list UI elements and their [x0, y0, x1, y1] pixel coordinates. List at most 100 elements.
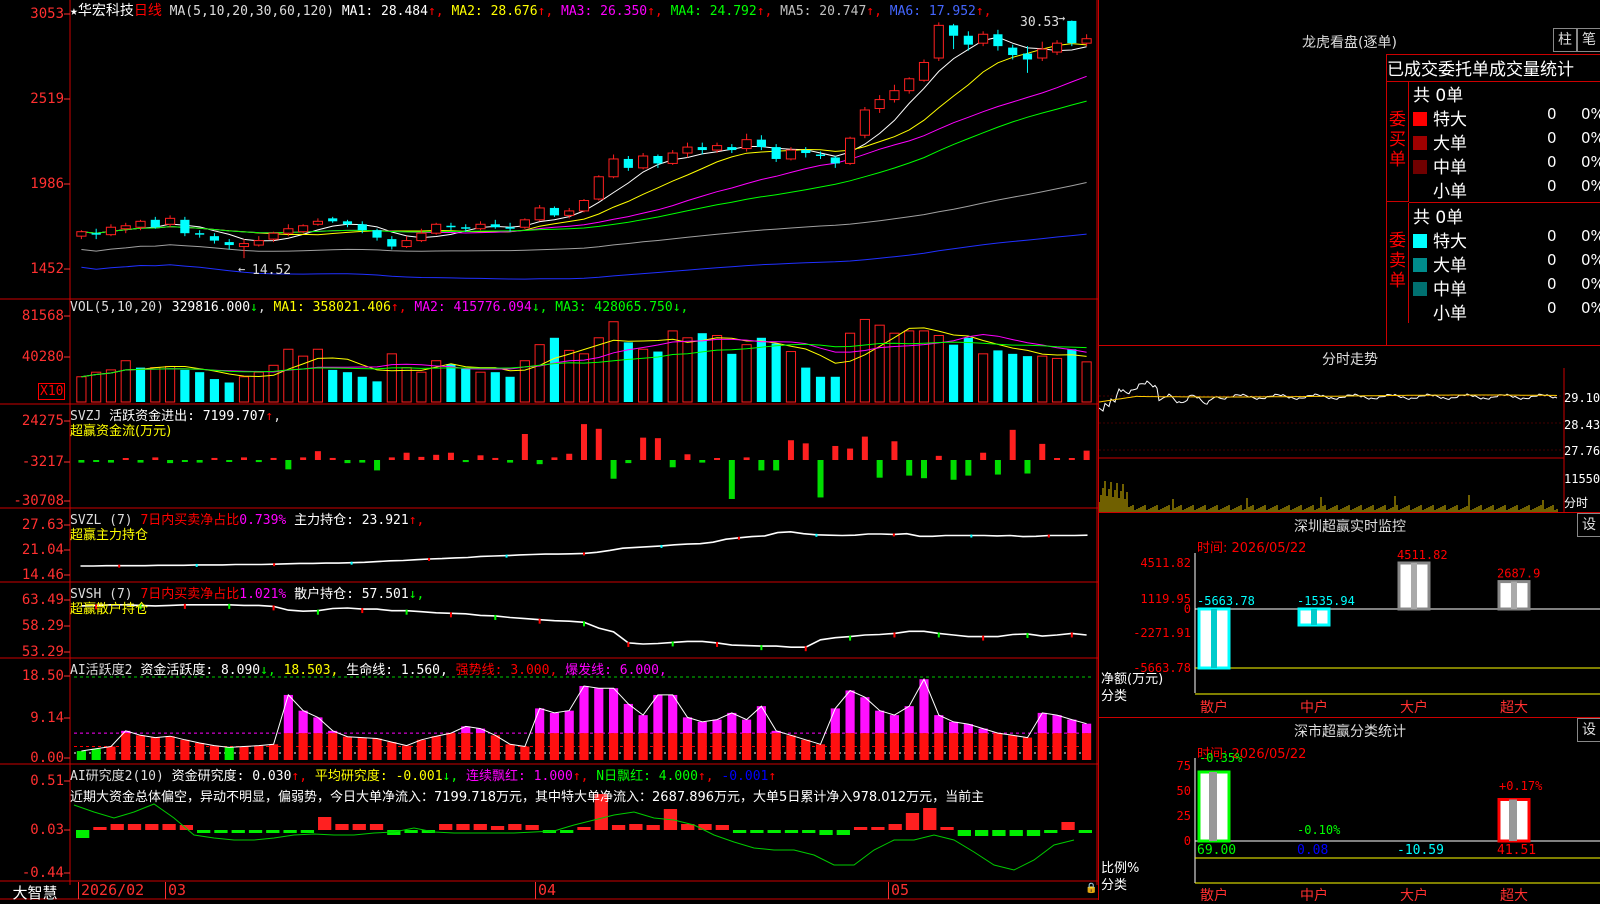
- svzl-line: [80, 530, 1088, 567]
- ai1-base: [697, 733, 707, 760]
- volume-layer: [76, 318, 1092, 403]
- svzj-bar: [255, 460, 262, 463]
- candle-body: [312, 220, 323, 225]
- period-label[interactable]: 日线: [134, 3, 162, 19]
- svzl-tick: [350, 561, 353, 565]
- ai2-bar: [110, 824, 124, 830]
- ai2-ytick: 0.51: [30, 773, 64, 789]
- longhu-row: 特大 0 0%: [1413, 227, 1600, 252]
- star-icon[interactable]: ★: [70, 4, 78, 19]
- last-arrow: ↑: [768, 769, 777, 784]
- ai1-bar: [520, 746, 530, 760]
- research-arrow: ↑,: [291, 769, 308, 784]
- svzj-bar: [300, 457, 307, 460]
- svsh-tick: [671, 641, 674, 647]
- svzl-tick: [970, 534, 973, 538]
- sz-monitor-axis-label2: 分类: [1101, 689, 1128, 704]
- svsh-tick: [538, 618, 541, 624]
- svzl-tick: [195, 563, 198, 567]
- candle-body: [815, 154, 826, 156]
- kline-header: ★华宏科技日线 MA(5,10,20,30,60,120) MA1: 28.48…: [70, 0, 992, 20]
- ai1-top: [1052, 715, 1062, 734]
- sz-monitor-value-label: -5663.78: [1197, 594, 1255, 608]
- vol-bar: [933, 334, 944, 403]
- svsh-tick: [627, 641, 630, 647]
- svzj-bar: [610, 460, 617, 479]
- ai2-bar: [352, 824, 366, 830]
- bar-mode-button[interactable]: 柱: [1553, 28, 1577, 52]
- ai2-bar: [611, 825, 626, 830]
- main-chart-area[interactable]: 30.53 → ← 14.52 3053 2519 1986 1452 81568 40280 2…: [0, 0, 1098, 902]
- svzj-bar: [388, 457, 395, 460]
- vol-arrow: ↓: [250, 300, 258, 315]
- ai2-bar: [732, 830, 747, 833]
- row-color-swatch: [1413, 282, 1427, 296]
- intraday-panel[interactable]: 分时走势 29.10 28.43 27.76 11550 分时: [1099, 345, 1600, 513]
- row-pct: 0%: [1581, 251, 1600, 269]
- svsh-ytick: 58.29: [22, 618, 64, 634]
- svzj-bar: [536, 460, 543, 465]
- vol-bar: [874, 324, 885, 403]
- ai2-bar: [767, 830, 781, 833]
- ai1-top: [742, 719, 752, 734]
- svzj-bar: [285, 460, 292, 470]
- candle-body: [253, 240, 264, 246]
- ai1-base: [860, 733, 870, 760]
- sz-monitor-value-label: 2687.9: [1497, 567, 1540, 581]
- svsh-tick: [449, 612, 452, 618]
- ai1-ytick: 18.50: [22, 668, 64, 684]
- candle-body: [180, 219, 190, 234]
- svzj-bar: [226, 460, 233, 462]
- vol-bar: [993, 350, 1003, 402]
- candle-body: [564, 210, 575, 216]
- svzj-bar: [773, 460, 780, 471]
- pen-mode-button[interactable]: 笔: [1577, 28, 1600, 52]
- ai1-bar: [1008, 735, 1018, 760]
- svzj-bar: [669, 460, 676, 468]
- row-pct: 0%: [1581, 177, 1600, 195]
- vol-bar: [224, 382, 234, 402]
- vol-bar: [475, 371, 486, 403]
- candle-body: [150, 219, 160, 228]
- ai1-bar: [490, 735, 500, 760]
- vol-bar: [1081, 361, 1092, 403]
- vol-bar: [386, 353, 397, 403]
- sz-monitor-ytick: 4511.82: [1140, 556, 1191, 570]
- svzl-tick: [660, 544, 663, 548]
- sz-class-cat: 超大: [1500, 888, 1528, 901]
- ai1-base: [594, 733, 604, 760]
- row-pct: 0%: [1581, 129, 1600, 147]
- ai1-base: [830, 733, 840, 760]
- lock-icon[interactable]: 🔒: [1085, 883, 1097, 894]
- vol-bar: [1037, 355, 1048, 403]
- ai1-bar: [239, 746, 249, 760]
- svzj-bar: [1054, 458, 1061, 460]
- svzj-value: 7199.707: [202, 409, 266, 424]
- ai1-base: [579, 733, 589, 760]
- cont-arrow: ↑,: [572, 769, 589, 784]
- low-price-label: 14.52: [252, 263, 291, 278]
- strong-label: 强势线:: [455, 663, 503, 678]
- candle-body: [342, 221, 353, 225]
- row-color-swatch: [1413, 306, 1427, 320]
- ai-active-name: AI活跃度2: [70, 663, 133, 678]
- intraday-chart[interactable]: [1099, 368, 1600, 513]
- ai1-base: [1067, 733, 1077, 760]
- svzl-tick: [118, 564, 121, 568]
- candle-body: [801, 150, 811, 154]
- cont-label: 连续飘红:: [466, 769, 526, 784]
- svzl-label2: 主力持仓:: [294, 513, 354, 528]
- ma-value-3: MA3: 26.350: [561, 4, 648, 19]
- svzl-tick: [1047, 534, 1050, 538]
- candle-body: [667, 152, 678, 164]
- ma-value-1: MA1: 28.484: [341, 4, 428, 19]
- vol-bar: [593, 337, 604, 403]
- svzj-bar: [625, 460, 632, 464]
- ai1-top: [830, 708, 840, 734]
- longhu-row: 大单 0 0%: [1413, 129, 1600, 154]
- ai-active-arrow: ↓,: [260, 663, 276, 678]
- vol-bar: [904, 330, 915, 403]
- sz-class-top-label: -0.10%: [1297, 823, 1341, 837]
- ma-arrow-2: ↑,: [537, 4, 562, 19]
- ai2-bar: [473, 824, 487, 830]
